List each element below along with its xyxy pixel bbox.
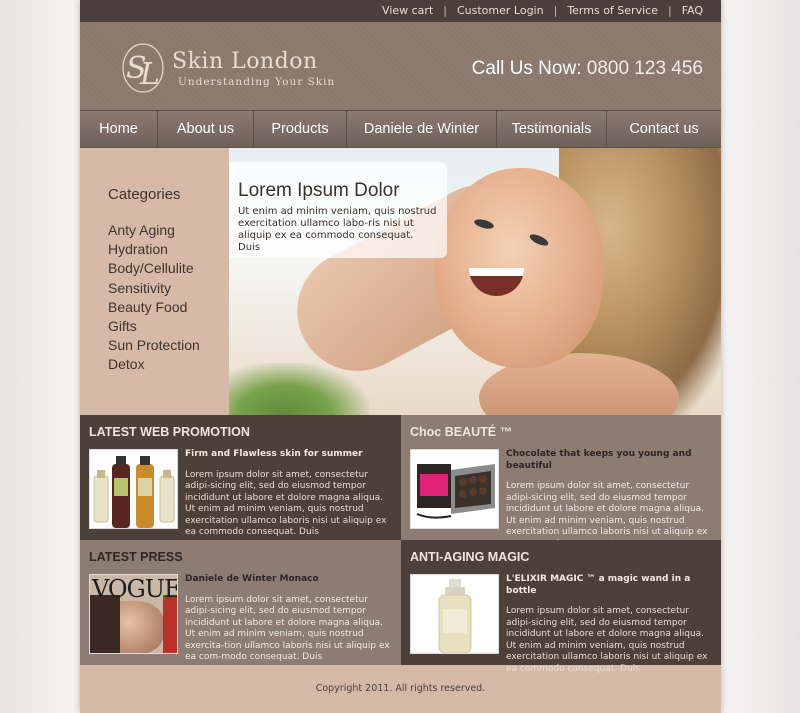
nav-about-us[interactable]: About us xyxy=(158,111,254,147)
customer-login-link[interactable]: Customer Login xyxy=(457,4,544,17)
antiaging-title: ANTI-AGING MAGIC xyxy=(410,550,530,564)
chocolate-box-image xyxy=(410,449,499,529)
category-beauty-food[interactable]: Beauty Food xyxy=(108,298,229,317)
category-sun-protection[interactable]: Sun Protection xyxy=(108,336,229,355)
logo-tagline: Understanding Your Skin xyxy=(178,75,336,88)
phone-label: Call Us Now: xyxy=(471,58,582,79)
category-anty-aging[interactable]: Anty Aging xyxy=(108,221,229,240)
nav-products[interactable]: Products xyxy=(254,111,347,147)
elixir-bottle-image xyxy=(410,574,499,654)
nav-daniele-de-winter[interactable]: Daniele de Winter xyxy=(347,111,497,147)
antiaging-text: Lorem ipsum dolor sit amet, consectetur … xyxy=(506,606,708,674)
hero-text: Ut enim ad minim veniam, quis nostrud ex… xyxy=(238,206,437,253)
antiaging-box: ANTI-AGING MAGIC L'ELIXIR MAGIC ™ a magi… xyxy=(401,540,721,674)
vogue-masthead: VOGUE xyxy=(92,575,178,603)
hero-photo: Lorem Ipsum Dolor Ut enim ad minim venia… xyxy=(229,148,721,415)
category-hydration[interactable]: Hydration xyxy=(108,240,229,259)
category-gifts[interactable]: Gifts xyxy=(108,317,229,336)
phone-number: 0800 123 456 xyxy=(586,58,703,79)
promo-bottles-image xyxy=(89,449,178,529)
top-links-bar: View cart | Customer Login | Terms of Servic… xyxy=(80,0,721,22)
separator: | xyxy=(667,4,672,17)
category-detox[interactable]: Detox xyxy=(108,355,229,374)
logo-name: Skin London xyxy=(172,48,318,74)
svg-text:L: L xyxy=(139,57,160,92)
nav-home[interactable]: Home xyxy=(80,111,158,147)
categories-list: Anty Aging Hydration Body/Cellulite Sens… xyxy=(108,221,229,375)
faq-link[interactable]: FAQ xyxy=(682,4,703,17)
promo-text: Lorem ipsum dolor sit amet, consectetur … xyxy=(185,469,387,538)
separator: | xyxy=(553,4,558,17)
nav-contact-us[interactable]: Contact us xyxy=(607,111,721,147)
copyright-text: Copyright 2011. All rights reserved. xyxy=(315,683,486,694)
logo[interactable]: S L Skin London Understanding Your Skin xyxy=(118,40,335,96)
categories-title: Categories xyxy=(108,186,181,203)
promo-subtitle[interactable]: Firm and Flawless skin for summer xyxy=(185,449,392,461)
press-subtitle[interactable]: Daniele de Winter Monaco xyxy=(185,574,392,586)
choc-box: Choc BEAUTÉ ™ Chocolate that keeps you y… xyxy=(401,415,721,549)
page: View cart | Customer Login | Terms of Servic… xyxy=(80,0,721,713)
press-text: Lorem ipsum dolor sit amet, consectetur … xyxy=(185,594,390,663)
vogue-cover-image: VOGUE xyxy=(89,574,178,654)
hero-callout: Lorem Ipsum Dolor Ut enim ad minim venia… xyxy=(229,162,447,258)
feature-boxes: LATEST WEB PROMOTION Firm and Flawless s… xyxy=(80,415,721,674)
site-header: S L Skin London Understanding Your Skin … xyxy=(80,22,721,110)
press-box: LATEST PRESS VOGUE Daniele de Winter Mon… xyxy=(80,540,401,665)
choc-subtitle[interactable]: Chocolate that keeps you young and beaut… xyxy=(506,449,712,472)
promo-title: LATEST WEB PROMOTION xyxy=(89,425,250,439)
press-title: LATEST PRESS xyxy=(89,550,183,564)
nav-testimonials[interactable]: Testimonials xyxy=(497,111,607,147)
separator: | xyxy=(443,4,447,17)
category-sensitivity[interactable]: Sensitivity xyxy=(108,279,229,298)
categories-panel: Categories Anty Aging Hydration Body/Cel… xyxy=(80,148,229,415)
terms-of-service-link[interactable]: Terms of Service xyxy=(567,4,658,17)
hero-title: Lorem Ipsum Dolor xyxy=(238,180,400,201)
promo-box: LATEST WEB PROMOTION Firm and Flawless s… xyxy=(80,415,401,540)
phone-callout: Call Us Now: 0800 123 456 xyxy=(472,58,703,80)
category-body-cellulite[interactable]: Body/Cellulite xyxy=(108,259,229,278)
hero-section: Categories Anty Aging Hydration Body/Cel… xyxy=(80,148,721,415)
main-nav: Home About us Products Daniele de Winter… xyxy=(80,110,721,148)
choc-title: Choc BEAUTÉ ™ xyxy=(410,425,513,439)
logo-monogram-icon: S L xyxy=(118,40,168,96)
antiaging-subtitle[interactable]: L'ELIXIR MAGIC ™ a magic wand in a bottl… xyxy=(506,574,712,597)
view-cart-link[interactable]: View cart xyxy=(382,4,433,17)
